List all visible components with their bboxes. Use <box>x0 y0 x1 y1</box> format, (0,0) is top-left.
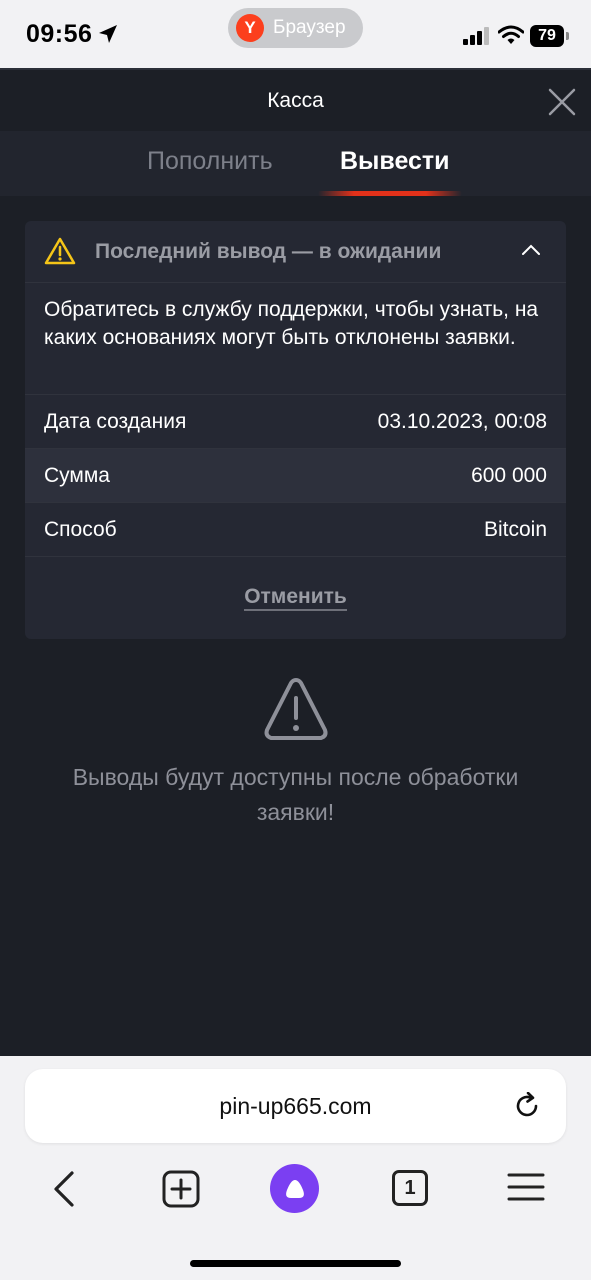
cashier-tabs: Пополнить Вывести <box>0 131 591 196</box>
cancel-link-wrap: Отменить <box>25 585 566 611</box>
reload-icon[interactable] <box>513 1092 541 1120</box>
tabs-counter-button[interactable]: 1 <box>392 1170 428 1206</box>
detail-row-amount: Сумма 600 000 <box>25 448 566 502</box>
detail-row-date: Дата создания 03.10.2023, 00:08 <box>25 394 566 448</box>
warning-icon <box>44 237 76 265</box>
detail-label: Сумма <box>44 464 110 487</box>
battery-indicator: 79 <box>530 25 564 47</box>
chevron-up-icon[interactable] <box>521 243 541 257</box>
new-tab-icon[interactable] <box>162 1170 200 1208</box>
yandex-logo-icon: Y <box>236 14 264 42</box>
pending-withdrawal-card: Последний вывод — в ожидании Обратитесь … <box>25 221 566 639</box>
divider <box>25 556 566 557</box>
page-title: Касса <box>267 89 324 112</box>
back-arrow-icon[interactable] <box>50 1169 78 1209</box>
browser-label: Браузер <box>273 17 346 38</box>
card-title: Последний вывод — в ожидании <box>95 240 442 263</box>
cashier-header: Касса <box>0 68 591 131</box>
wifi-icon <box>498 25 524 44</box>
detail-label: Дата создания <box>44 410 187 433</box>
detail-value: 600 000 <box>471 464 547 487</box>
detail-label: Способ <box>44 518 117 541</box>
cellular-signal-icon <box>463 27 489 45</box>
menu-icon[interactable] <box>507 1173 545 1201</box>
support-message: Обратитесь в службу поддержки, чтобы узн… <box>44 298 539 349</box>
active-tab-underline <box>318 191 462 196</box>
warning-icon <box>264 678 328 740</box>
withdrawal-notice: Выводы будут доступны после обработки за… <box>72 764 519 825</box>
tab-deposit[interactable]: Пополнить <box>147 147 273 176</box>
close-icon[interactable] <box>547 87 577 117</box>
tab-withdraw[interactable]: Вывести <box>340 147 450 176</box>
location-arrow-icon <box>99 25 117 43</box>
status-bar: 09:56 Y Браузер 79 <box>0 0 591 68</box>
card-header[interactable]: Последний вывод — в ожидании <box>25 221 566 283</box>
detail-value: Bitcoin <box>483 518 547 541</box>
alice-icon <box>285 1179 304 1198</box>
browser-back-pill[interactable]: Y Браузер <box>228 8 363 48</box>
detail-value: 03.10.2023, 00:08 <box>377 410 547 433</box>
browser-toolbar: pin-up665.com 1 <box>0 1056 591 1280</box>
alice-assistant-button[interactable] <box>270 1164 319 1213</box>
battery-tip <box>566 32 569 40</box>
clock: 09:56 <box>26 20 93 48</box>
address-bar[interactable]: pin-up665.com <box>25 1069 566 1143</box>
cancel-withdrawal-link[interactable]: Отменить <box>244 585 347 611</box>
url-text: pin-up665.com <box>219 1093 372 1119</box>
home-indicator <box>190 1260 401 1267</box>
detail-row-method: Способ Bitcoin <box>25 502 566 556</box>
